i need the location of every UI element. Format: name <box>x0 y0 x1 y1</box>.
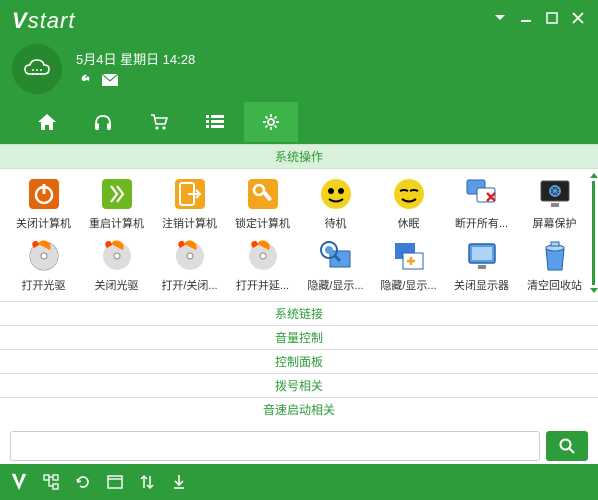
nav-tabs <box>0 100 598 144</box>
maximize-icon[interactable] <box>544 10 560 26</box>
tab-headphones[interactable] <box>76 102 130 142</box>
footer-download-icon[interactable] <box>170 473 188 491</box>
item-label: 打开光驱 <box>22 277 66 293</box>
scrollbar[interactable] <box>590 173 595 297</box>
item-lock[interactable]: 锁定计算机 <box>227 175 298 233</box>
cd-close-icon <box>100 239 134 273</box>
dropdown-icon[interactable] <box>492 10 508 26</box>
disconnect-icon <box>465 177 499 211</box>
logout-icon <box>173 177 207 211</box>
item-screensaver[interactable]: 屏幕保护 <box>519 175 590 233</box>
item-label: 隐藏/显示... <box>307 277 363 293</box>
search-button[interactable] <box>546 431 588 461</box>
item-label: 休眠 <box>398 215 420 231</box>
cd-open-icon <box>27 239 61 273</box>
item-label: 注销计算机 <box>162 215 217 231</box>
standby-icon <box>319 177 353 211</box>
item-cd-open[interactable]: 打开光驱 <box>8 237 79 295</box>
item-standby[interactable]: 待机 <box>300 175 371 233</box>
item-label: 关闭光驱 <box>95 277 139 293</box>
footer-logo[interactable] <box>10 473 28 491</box>
tab-settings[interactable] <box>244 102 298 142</box>
item-label: 待机 <box>325 215 347 231</box>
section-link-sonic[interactable]: 音速启动相关 <box>0 397 598 421</box>
section-header-system-ops[interactable]: 系统操作 <box>0 144 598 169</box>
footer-window-icon[interactable] <box>106 473 124 491</box>
search-bar <box>0 421 598 464</box>
item-hide-show-2[interactable]: 隐藏/显示... <box>373 237 444 295</box>
section-link-system[interactable]: 系统链接 <box>0 301 598 325</box>
tab-home[interactable] <box>20 102 74 142</box>
item-label: 隐藏/显示... <box>380 277 436 293</box>
section-link-dial[interactable]: 拨号相关 <box>0 373 598 397</box>
mail-icon[interactable] <box>102 74 118 90</box>
item-label: 断开所有... <box>455 215 508 231</box>
footer-sort-icon[interactable] <box>138 473 156 491</box>
scroll-track[interactable] <box>592 181 595 285</box>
item-cd-close[interactable]: 关闭光驱 <box>81 237 152 295</box>
hide-show-icon <box>319 239 353 273</box>
cd-toggle-icon <box>173 239 207 273</box>
screensaver-icon <box>538 177 572 211</box>
close-icon[interactable] <box>570 10 586 26</box>
restart-icon <box>100 177 134 211</box>
cloud-icon[interactable] <box>12 44 62 94</box>
section-link-volume[interactable]: 音量控制 <box>0 325 598 349</box>
footer-refresh-icon[interactable] <box>74 473 92 491</box>
item-label: 关闭显示器 <box>454 277 509 293</box>
recycle-icon <box>538 239 572 273</box>
search-input[interactable] <box>10 431 540 461</box>
icon-grid: 关闭计算机 重启计算机 注销计算机 锁定计算机 待机 休眠 <box>0 169 598 301</box>
window-controls <box>492 10 586 26</box>
item-hibernate[interactable]: 休眠 <box>373 175 444 233</box>
footer-tree-icon[interactable] <box>42 473 60 491</box>
item-hide-show-1[interactable]: 隐藏/显示... <box>300 237 371 295</box>
item-label: 屏幕保护 <box>533 215 577 231</box>
item-cd-delay[interactable]: 打开并延... <box>227 237 298 295</box>
wrench-icon[interactable] <box>76 74 92 90</box>
scroll-down-icon[interactable] <box>590 288 598 293</box>
item-label: 打开并延... <box>236 277 289 293</box>
item-label: 关闭计算机 <box>16 215 71 231</box>
item-label: 清空回收站 <box>527 277 582 293</box>
item-label: 打开/关闭... <box>161 277 217 293</box>
monitor-off-icon <box>465 239 499 273</box>
item-restart[interactable]: 重启计算机 <box>81 175 152 233</box>
item-recycle[interactable]: 清空回收站 <box>519 237 590 295</box>
item-cd-toggle[interactable]: 打开/关闭... <box>154 237 225 295</box>
scroll-up-icon[interactable] <box>590 173 598 178</box>
cd-delay-icon <box>246 239 280 273</box>
section-link-control-panel[interactable]: 控制面板 <box>0 349 598 373</box>
item-disconnect[interactable]: 断开所有... <box>446 175 517 233</box>
item-label: 锁定计算机 <box>235 215 290 231</box>
tab-cart[interactable] <box>132 102 186 142</box>
hibernate-icon <box>392 177 426 211</box>
content-area: 系统操作 关闭计算机 重启计算机 注销计算机 锁定计算机 待机 <box>0 144 598 464</box>
footer <box>0 464 598 500</box>
item-monitor-off[interactable]: 关闭显示器 <box>446 237 517 295</box>
power-off-icon <box>27 177 61 211</box>
item-label: 重启计算机 <box>89 215 144 231</box>
item-shutdown[interactable]: 关闭计算机 <box>8 175 79 233</box>
hide-show-2-icon <box>392 239 426 273</box>
item-logout[interactable]: 注销计算机 <box>154 175 225 233</box>
lock-icon <box>246 177 280 211</box>
tab-list[interactable] <box>188 102 242 142</box>
datetime-label: 5月4日 星期日 14:28 <box>76 49 195 68</box>
header: VVstartstart 5月4日 星期日 14:28 <box>0 0 598 100</box>
minimize-icon[interactable] <box>518 10 534 26</box>
